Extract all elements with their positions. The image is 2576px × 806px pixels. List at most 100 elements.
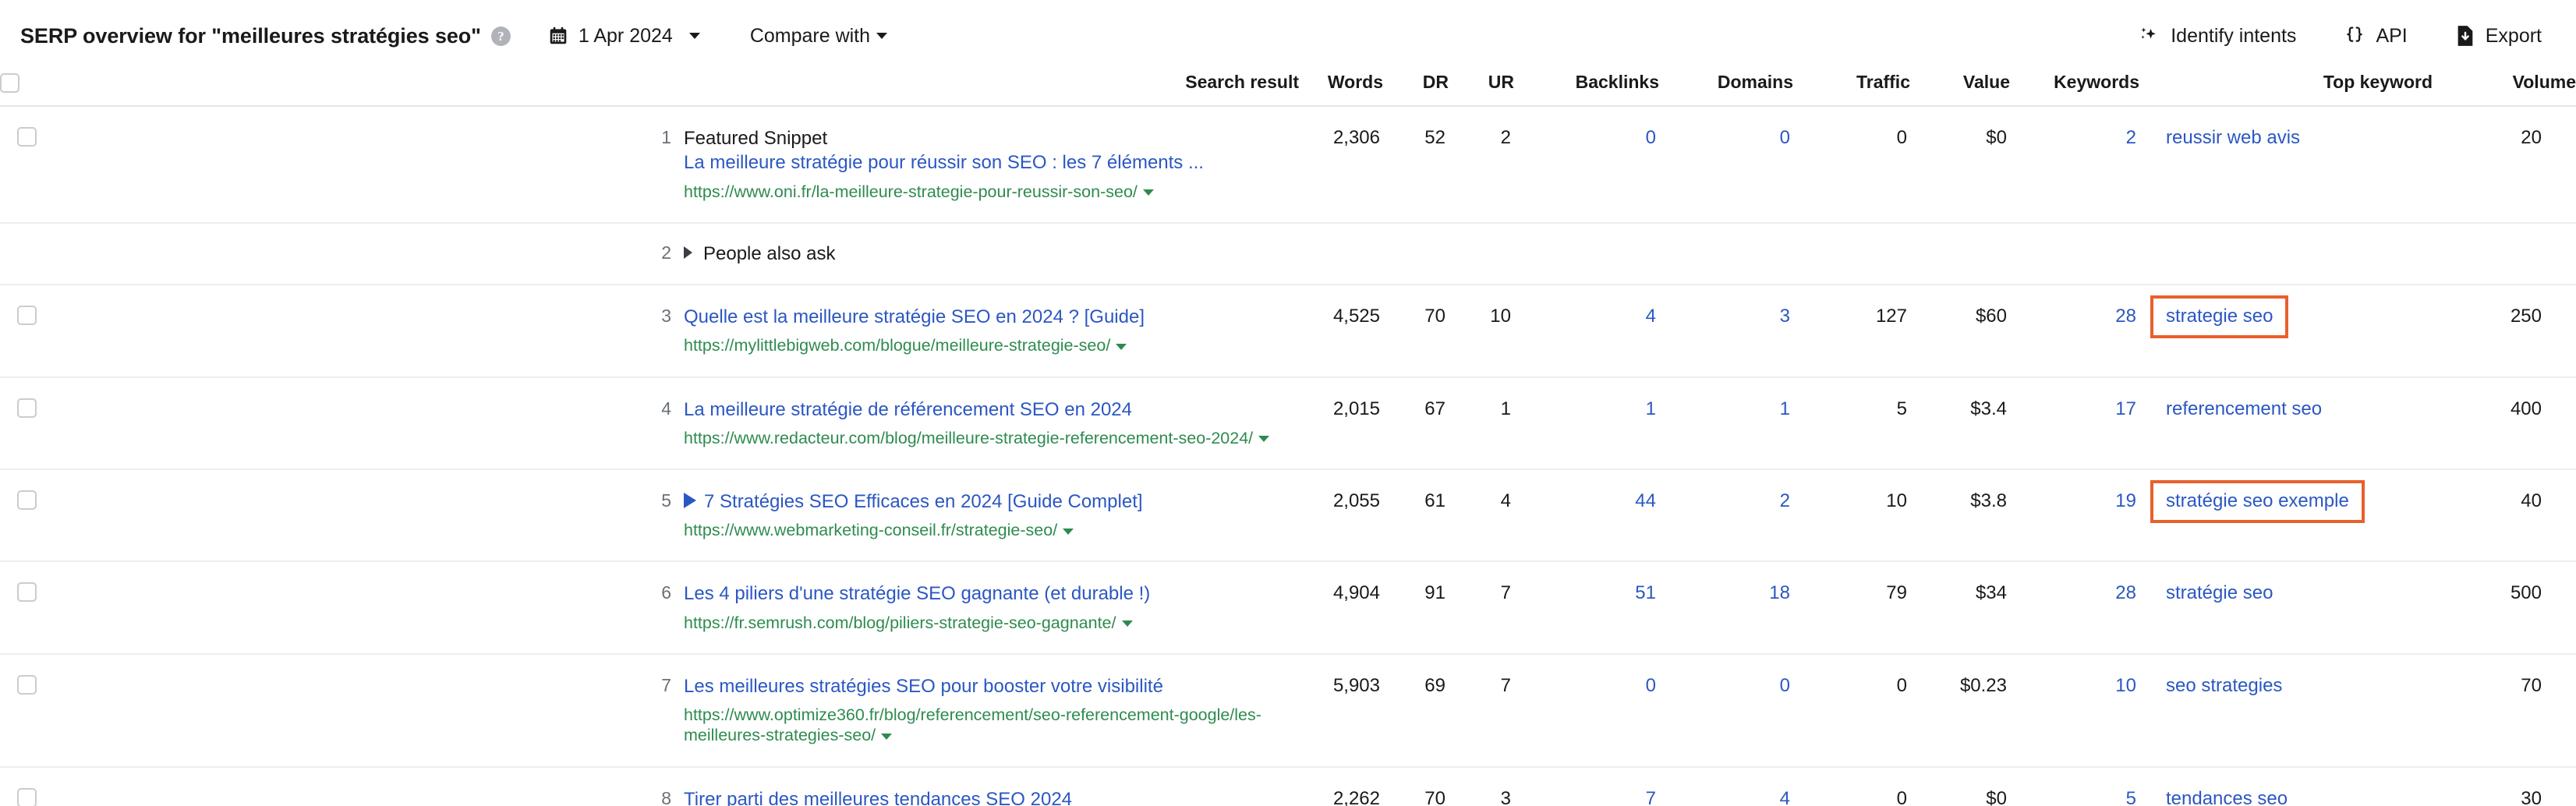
url-chevron-down-icon[interactable]: [881, 734, 892, 740]
row-traffic: 0: [1793, 106, 1910, 223]
result-title-link[interactable]: 7 Stratégies SEO Efficaces en 2024 [Guid…: [684, 490, 1298, 513]
braces-icon: [2344, 25, 2365, 47]
result-url[interactable]: https://www.oni.fr/la-meilleure-strategi…: [684, 182, 1298, 202]
row-domains[interactable]: 1: [1659, 377, 1793, 469]
row-traffic: 0: [1793, 767, 1910, 806]
export-button[interactable]: Export: [2456, 25, 2542, 48]
row-rank: 2: [44, 223, 671, 285]
row-domains[interactable]: 0: [1659, 654, 1793, 767]
date-picker[interactable]: 1 Apr 2024: [548, 25, 700, 48]
top-keyword-highlighted[interactable]: stratégie seo exemple: [2150, 480, 2365, 523]
top-keyword[interactable]: tendances seo: [2166, 788, 2288, 806]
row-backlinks[interactable]: 51: [1514, 561, 1659, 653]
api-button[interactable]: API: [2344, 25, 2407, 48]
search-result-cell: People also ask: [671, 223, 1299, 285]
column-header-domains[interactable]: Domains: [1659, 72, 1793, 106]
row-checkbox[interactable]: [17, 788, 37, 806]
row-domains[interactable]: 3: [1659, 285, 1793, 376]
row-ur: 7: [1449, 654, 1514, 767]
top-keyword[interactable]: reussir web avis: [2166, 127, 2300, 150]
compare-with-label: Compare with: [750, 25, 870, 48]
top-keyword[interactable]: seo strategies: [2166, 675, 2282, 698]
row-value: $0: [1910, 767, 2010, 806]
column-header-traffic[interactable]: Traffic: [1793, 72, 1910, 106]
row-rank: 3: [44, 285, 671, 376]
top-keyword[interactable]: referencement seo: [2166, 398, 2322, 421]
result-url[interactable]: https://www.optimize360.fr/blog/referenc…: [684, 705, 1298, 745]
result-url[interactable]: https://fr.semrush.com/blog/piliers-stra…: [684, 613, 1298, 633]
expand-triangle-icon[interactable]: [684, 246, 692, 259]
people-also-ask-label[interactable]: People also ask: [703, 243, 835, 264]
compare-with-dropdown[interactable]: Compare with: [750, 25, 887, 48]
row-backlinks[interactable]: 1: [1514, 377, 1659, 469]
row-checkbox[interactable]: [17, 398, 37, 418]
url-chevron-down-icon[interactable]: [1143, 189, 1154, 196]
result-title-link[interactable]: La meilleure stratégie de référencement …: [684, 398, 1298, 421]
column-header-search-result[interactable]: Search result: [44, 72, 1299, 106]
search-result-cell: Les meilleures stratégies SEO pour boost…: [671, 654, 1299, 767]
row-keywords[interactable]: 5: [2010, 767, 2139, 806]
row-traffic: 5: [1793, 377, 1910, 469]
row-backlinks[interactable]: [1514, 223, 1659, 285]
row-keywords[interactable]: [2010, 223, 2139, 285]
row-value: $3.8: [1910, 469, 2010, 561]
column-header-value[interactable]: Value: [1910, 72, 2010, 106]
row-keywords[interactable]: 17: [2010, 377, 2139, 469]
row-domains[interactable]: 2: [1659, 469, 1793, 561]
chevron-down-icon: [876, 33, 887, 39]
url-chevron-down-icon[interactable]: [1116, 344, 1127, 350]
row-ur: 7: [1449, 561, 1514, 653]
result-url[interactable]: https://www.redacteur.com/blog/meilleure…: [684, 428, 1298, 448]
row-checkbox[interactable]: [17, 490, 37, 510]
result-title-link[interactable]: Les meilleures stratégies SEO pour boost…: [684, 675, 1298, 698]
row-dr: 61: [1383, 469, 1449, 561]
result-title-link[interactable]: Tirer parti des meilleures tendances SEO…: [684, 788, 1298, 806]
row-domains[interactable]: 0: [1659, 106, 1793, 223]
top-keyword-highlighted[interactable]: strategie seo: [2150, 295, 2288, 338]
row-keywords[interactable]: 2: [2010, 106, 2139, 223]
result-url[interactable]: https://mylittlebigweb.com/blogue/meille…: [684, 335, 1298, 355]
row-value: [1910, 223, 2010, 285]
url-chevron-down-icon[interactable]: [1258, 436, 1269, 442]
column-header-backlinks[interactable]: Backlinks: [1514, 72, 1659, 106]
column-header-top-keyword[interactable]: Top keyword: [2139, 72, 2433, 106]
result-title-link[interactable]: Les 4 piliers d'une stratégie SEO gagnan…: [684, 582, 1298, 605]
row-checkbox[interactable]: [17, 582, 37, 602]
row-keywords[interactable]: 28: [2010, 285, 2139, 376]
row-backlinks[interactable]: 0: [1514, 106, 1659, 223]
result-title-link[interactable]: Quelle est la meilleure stratégie SEO en…: [684, 306, 1298, 328]
column-header-keywords[interactable]: Keywords: [2010, 72, 2139, 106]
row-checkbox[interactable]: [17, 127, 37, 147]
row-volume: 250: [2433, 285, 2576, 376]
row-backlinks[interactable]: 44: [1514, 469, 1659, 561]
row-backlinks[interactable]: 7: [1514, 767, 1659, 806]
row-domains[interactable]: 18: [1659, 561, 1793, 653]
identify-intents-button[interactable]: Identify intents: [2138, 25, 2296, 48]
search-result-cell: La meilleure stratégie de référencement …: [671, 377, 1299, 469]
row-checkbox[interactable]: [17, 306, 37, 325]
row-keywords[interactable]: 28: [2010, 561, 2139, 653]
row-keywords[interactable]: 10: [2010, 654, 2139, 767]
header-left-group: SERP overview for "meilleures stratégies…: [20, 24, 2089, 48]
result-title-text: Tirer parti des meilleures tendances SEO…: [684, 789, 1072, 806]
page-header: SERP overview for "meilleures stratégies…: [0, 0, 2576, 72]
row-checkbox[interactable]: [17, 675, 37, 695]
row-domains[interactable]: 4: [1659, 767, 1793, 806]
table-header-row: Search result Words DR UR Backlinks Doma…: [0, 72, 2576, 106]
row-words: 4,904: [1299, 561, 1383, 653]
help-circle-icon[interactable]: ?: [491, 27, 511, 46]
url-chevron-down-icon[interactable]: [1063, 528, 1074, 535]
column-header-volume[interactable]: Volume: [2433, 72, 2576, 106]
row-domains[interactable]: [1659, 223, 1793, 285]
top-keyword[interactable]: stratégie seo: [2166, 582, 2273, 605]
result-title-link[interactable]: La meilleure stratégie pour réussir son …: [684, 151, 1298, 174]
column-header-ur[interactable]: UR: [1449, 72, 1514, 106]
row-keywords[interactable]: 19: [2010, 469, 2139, 561]
url-chevron-down-icon[interactable]: [1122, 620, 1133, 627]
result-url[interactable]: https://www.webmarketing-conseil.fr/stra…: [684, 520, 1298, 540]
row-backlinks[interactable]: 0: [1514, 654, 1659, 767]
column-header-dr[interactable]: DR: [1383, 72, 1449, 106]
select-all-checkbox[interactable]: [0, 73, 19, 93]
column-header-words[interactable]: Words: [1299, 72, 1383, 106]
row-backlinks[interactable]: 4: [1514, 285, 1659, 376]
